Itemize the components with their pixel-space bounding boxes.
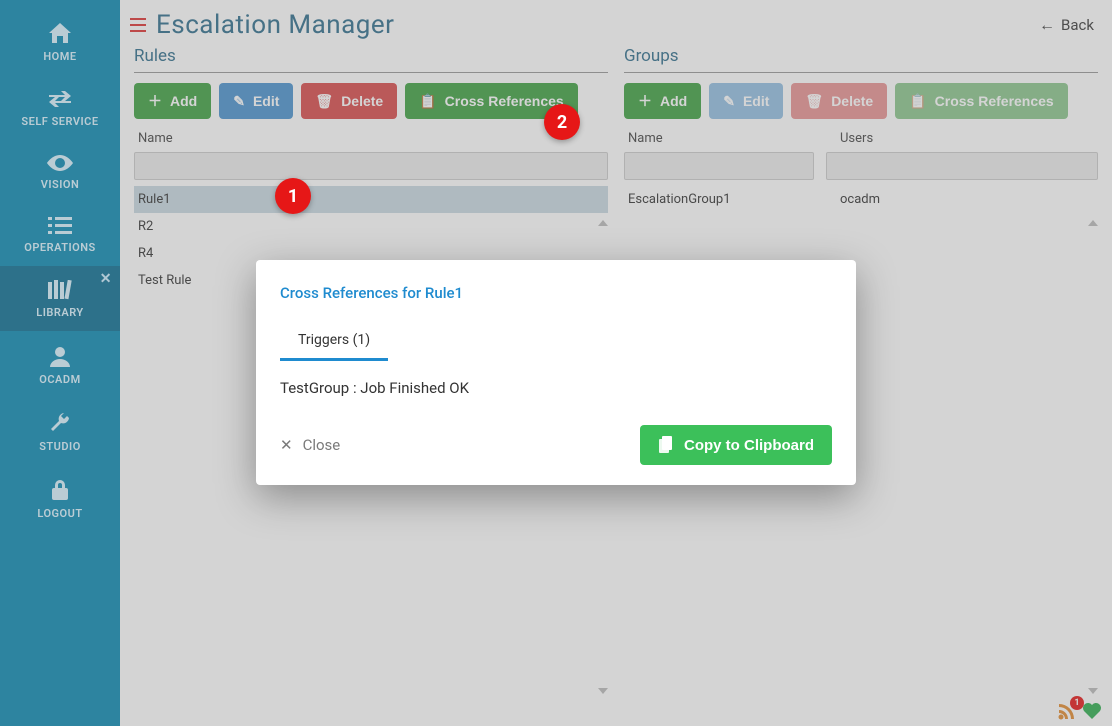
modal-tab-triggers[interactable]: Triggers (1) <box>280 322 388 361</box>
copy-icon <box>658 436 674 454</box>
modal-title: Cross References for Rule1 <box>280 284 832 302</box>
modal-close-button[interactable]: ✕ Close <box>280 436 340 454</box>
close-label: Close <box>303 436 341 454</box>
copy-label: Copy to Clipboard <box>684 437 814 454</box>
close-icon: ✕ <box>280 436 293 454</box>
modal-body: TestGroup : Job Finished OK <box>280 375 832 419</box>
xref-modal: Cross References for Rule1 Triggers (1) … <box>256 260 856 485</box>
callout-1: 1 <box>275 178 311 214</box>
copy-clipboard-button[interactable]: Copy to Clipboard <box>640 425 832 465</box>
callout-2: 2 <box>544 104 580 140</box>
